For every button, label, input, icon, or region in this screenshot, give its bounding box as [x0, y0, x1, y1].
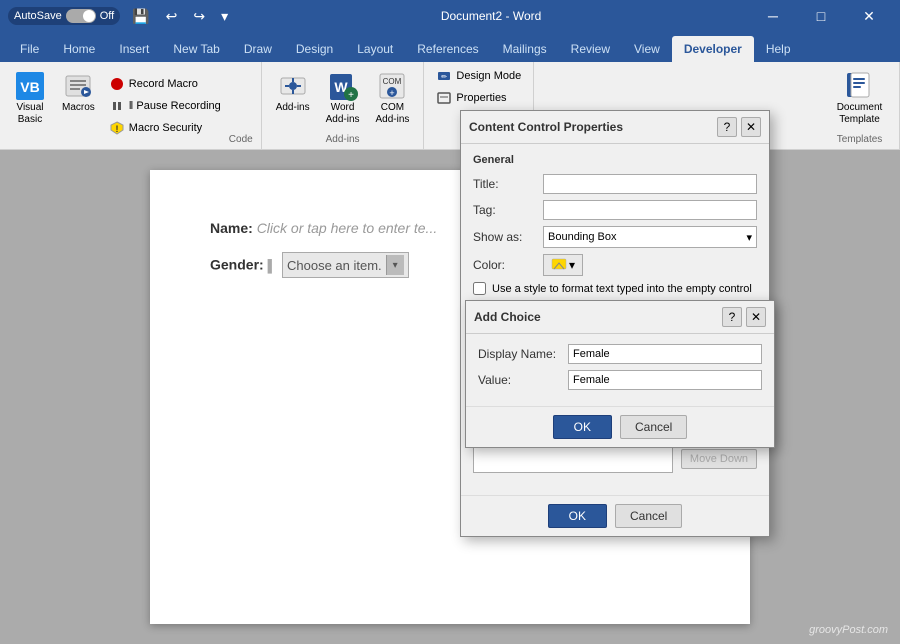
title-input[interactable] — [543, 174, 757, 194]
show-as-value: Bounding Box — [548, 231, 617, 243]
show-as-arrow: ▾ — [746, 231, 752, 244]
add-choice-titlebar: Add Choice ? ✕ — [466, 301, 774, 334]
display-name-label: Display Name: — [478, 347, 568, 361]
main-area: Name: Click or tap here to enter te... G… — [0, 150, 900, 644]
title-label: Title: — [473, 177, 543, 191]
title-row: Title: — [473, 174, 757, 194]
add-choice-help-button[interactable]: ? — [722, 307, 742, 327]
value-row: Value: — [478, 370, 762, 390]
color-dropdown-arrow: ▾ — [569, 258, 575, 272]
value-input[interactable] — [568, 370, 762, 390]
ccp-footer: OK Cancel — [461, 495, 769, 536]
add-choice-body: Display Name: Value: — [466, 334, 774, 406]
ccp-ok-button[interactable]: OK — [548, 504, 607, 528]
color-label: Color: — [473, 258, 543, 272]
value-label: Value: — [478, 373, 568, 387]
color-row: Color: ▾ — [473, 254, 757, 276]
add-choice-footer: OK Cancel — [466, 406, 774, 447]
display-name-row: Display Name: — [478, 344, 762, 364]
general-section-label: General — [473, 154, 757, 166]
dialog-add-choice: Add Choice ? ✕ Display Name: Value: OK C — [465, 300, 775, 448]
show-as-select[interactable]: Bounding Box ▾ — [543, 226, 757, 248]
add-choice-ok-button[interactable]: OK — [553, 415, 612, 439]
add-choice-controls: ? ✕ — [722, 307, 766, 327]
tag-label: Tag: — [473, 203, 543, 217]
add-choice-close-button[interactable]: ✕ — [746, 307, 766, 327]
move-down-button[interactable]: Move Down — [681, 449, 757, 469]
tag-row: Tag: — [473, 200, 757, 220]
tag-input[interactable] — [543, 200, 757, 220]
style-checkbox-row: Use a style to format text typed into th… — [473, 282, 757, 295]
watermark: groovyPost.com — [809, 624, 888, 636]
style-checkbox[interactable] — [473, 282, 486, 295]
dialog-overlay: Content Control Properties ? ✕ General T… — [0, 150, 900, 644]
ccp-cancel-button[interactable]: Cancel — [615, 504, 682, 528]
style-checkbox-label: Use a style to format text typed into th… — [492, 283, 752, 295]
color-button[interactable]: ▾ — [543, 254, 583, 276]
add-choice-title: Add Choice — [474, 310, 541, 324]
display-name-input[interactable] — [568, 344, 762, 364]
show-as-label: Show as: — [473, 230, 543, 244]
add-choice-cancel-button[interactable]: Cancel — [620, 415, 687, 439]
show-as-row: Show as: Bounding Box ▾ — [473, 226, 757, 248]
